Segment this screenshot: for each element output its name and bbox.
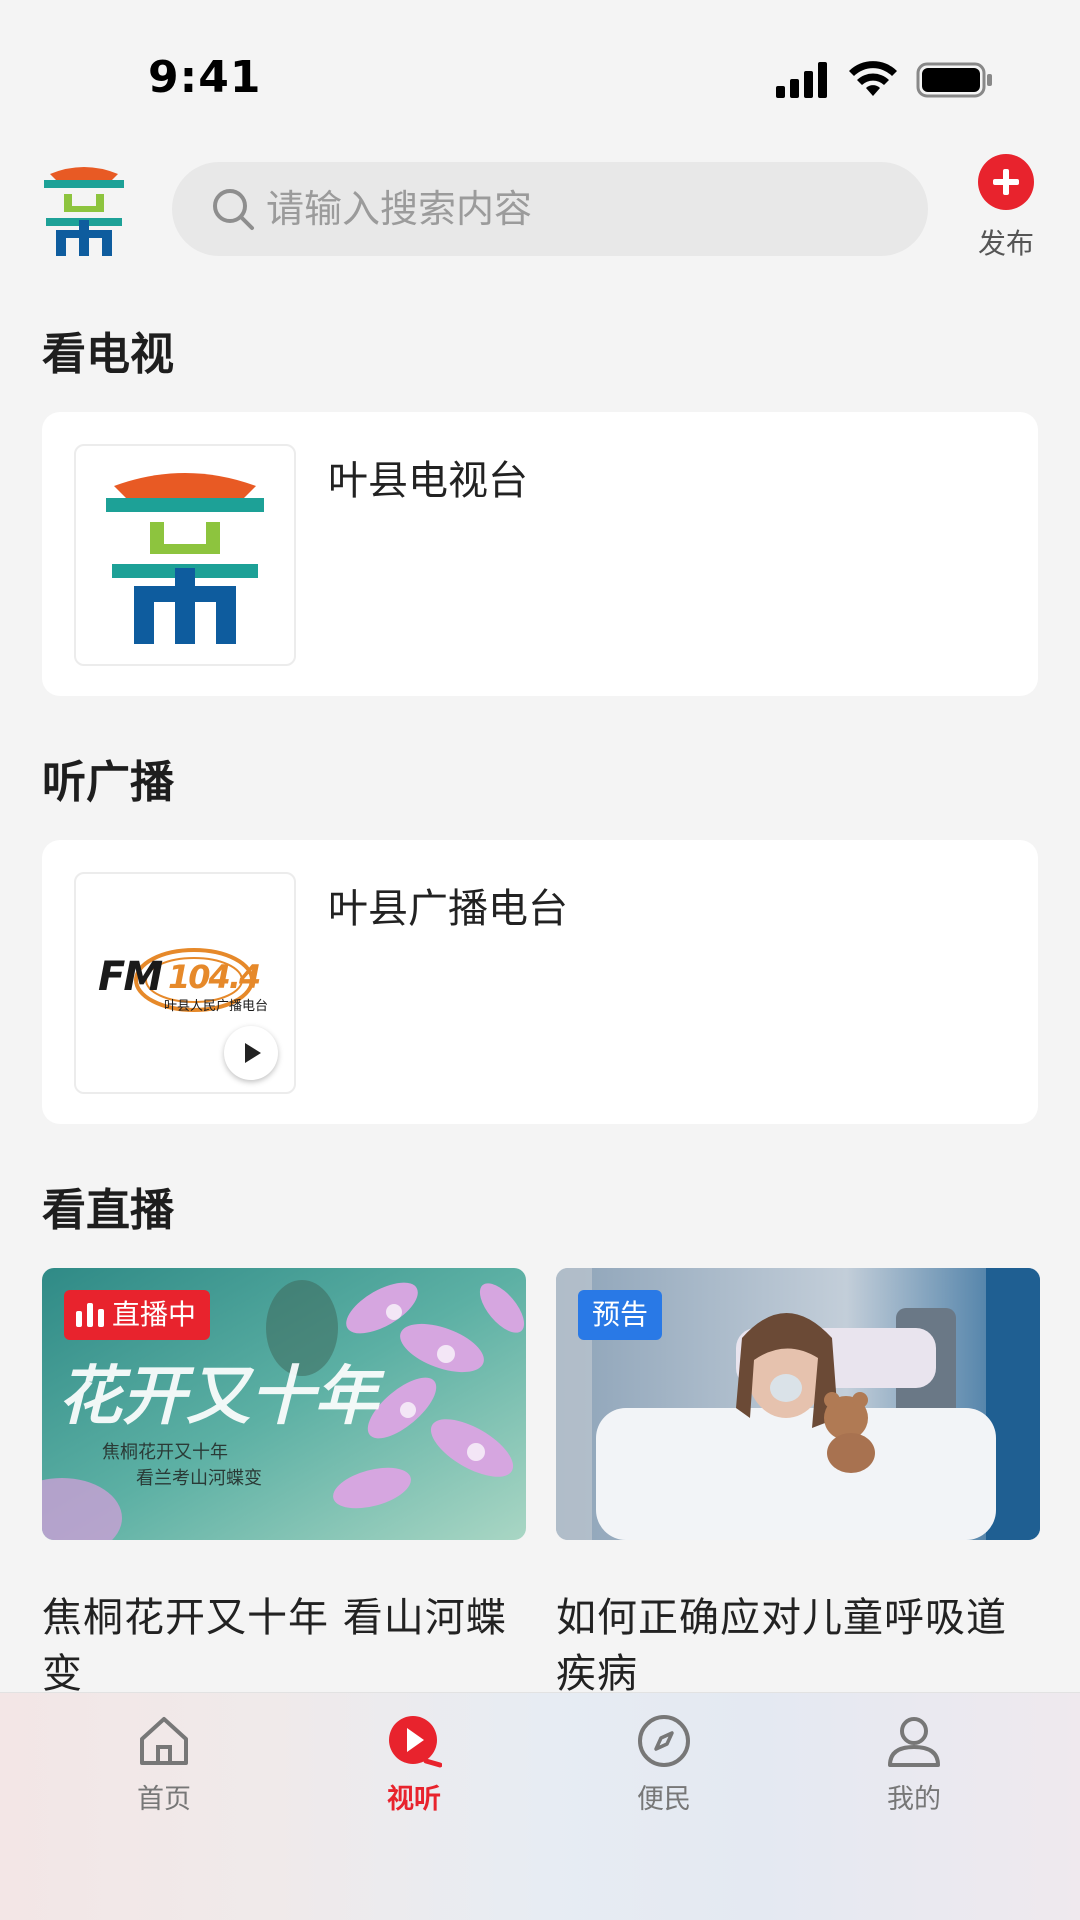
search-icon: [213, 189, 254, 230]
live-badge-label: 直播中: [112, 1298, 197, 1331]
live-title-1[interactable]: 焦桐花开又十年 看山河蝶变: [42, 1590, 532, 1702]
preview-badge: 预告: [578, 1290, 663, 1340]
section-title-live: 看直播: [42, 1185, 174, 1236]
live-title-2[interactable]: 如何正确应对儿童呼吸道疾病: [556, 1590, 1046, 1702]
publish-label: 发布: [977, 227, 1034, 260]
plus-icon: [978, 154, 1034, 210]
tab-home-label: 首页: [137, 1784, 191, 1815]
preview-badge-label: 预告: [592, 1298, 649, 1331]
tab-audiovisual[interactable]: 视听: [344, 1713, 484, 1823]
tab-home[interactable]: 首页: [94, 1713, 234, 1823]
tv-channel-name: 叶县电视台: [328, 458, 528, 504]
tv-channel-card[interactable]: 叶县电视台: [42, 412, 1038, 696]
publish-button[interactable]: 发布: [966, 150, 1046, 262]
battery-icon: [916, 62, 992, 98]
tab-services[interactable]: 便民: [594, 1713, 734, 1823]
status-time: 9:41: [148, 52, 262, 103]
svg-text:花开又十年: 花开又十年: [58, 1359, 385, 1434]
live-card-1[interactable]: 花开又十年 焦桐花开又十年 看兰考山河蝶变 直播中: [42, 1268, 526, 1540]
tab-services-label: 便民: [637, 1784, 691, 1815]
radio-channel-logo: FM 104.4 叶县人民广播电台: [74, 872, 296, 1094]
search-placeholder: 请输入搜索内容: [266, 187, 533, 231]
tab-mine-label: 我的: [887, 1784, 941, 1815]
svg-text:叶县人民广播电台: 叶县人民广播电台: [164, 999, 268, 1014]
live-badge: 直播中: [64, 1290, 211, 1340]
user-icon: [888, 1717, 940, 1767]
play-icon: [389, 1716, 442, 1768]
radio-channel-card[interactable]: FM 104.4 叶县人民广播电台 叶县广播电台: [42, 840, 1038, 1124]
tv-channel-logo: [74, 444, 296, 666]
compass-icon: [638, 1715, 690, 1767]
radio-channel-name: 叶县广播电台: [328, 886, 568, 932]
search-bar[interactable]: 请输入搜索内容: [172, 162, 928, 256]
tab-audiovisual-label: 视听: [387, 1784, 441, 1815]
signal-icon: [776, 62, 827, 98]
live-card-2[interactable]: 预告: [556, 1268, 1040, 1540]
tv-logo-icon: [106, 473, 264, 644]
svg-text:焦桐花开又十年: 焦桐花开又十年: [102, 1442, 228, 1463]
home-icon: [140, 1717, 188, 1765]
wifi-icon: [849, 61, 897, 96]
app-logo: [44, 167, 124, 256]
section-title-radio: 听广播: [42, 757, 174, 808]
section-title-tv: 看电视: [42, 329, 174, 380]
svg-text:104.4: 104.4: [168, 958, 260, 996]
svg-text:看兰考山河蝶变: 看兰考山河蝶变: [136, 1468, 262, 1489]
bottom-tab-bar: 首页 视听 便民 我的: [0, 1692, 1080, 1920]
tab-mine[interactable]: 我的: [844, 1713, 984, 1823]
play-icon[interactable]: [224, 1026, 278, 1080]
svg-text:FM: FM: [98, 954, 162, 1000]
status-bar: 9:41: [0, 0, 1080, 150]
live-bars-icon: [76, 1303, 104, 1327]
